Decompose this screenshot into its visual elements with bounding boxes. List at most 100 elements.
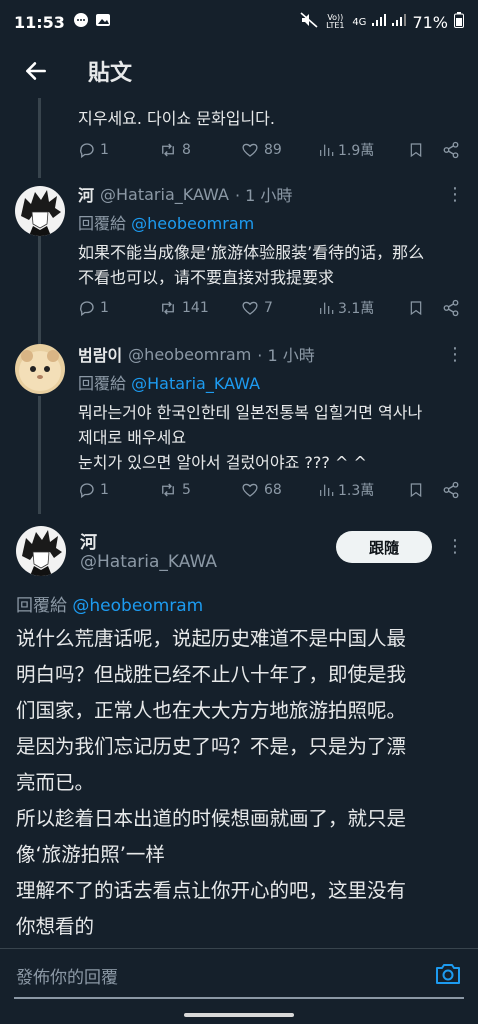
reply-context: 回覆給 @heobeomram xyxy=(16,591,203,616)
heart-icon xyxy=(242,301,258,315)
reply-context: 回覆給 @Hataria_KAWA xyxy=(78,370,464,394)
reply-composer: 發佈你的回覆 xyxy=(0,948,478,1004)
bar-chart-icon xyxy=(320,484,334,496)
display-name[interactable]: 河 xyxy=(80,528,97,553)
input-underline xyxy=(14,997,464,999)
tweet-time: · 1 小時 xyxy=(234,186,293,205)
tweet-header: 河 @Hataria_KAWA · 1 小時 ⋮ xyxy=(78,182,464,206)
tweet[interactable]: 범람이 @heobeomram · 1 小時 ⋮ 回覆給 @Hataria_KA… xyxy=(0,338,478,518)
reply-label: 回覆給 xyxy=(16,596,67,616)
tweet-text: 如果不能当成像是‘旅游体验服装’看待的话，那么 不看也可以，请不要直接对我提要求 xyxy=(78,240,464,290)
views-count: 3.1萬 xyxy=(338,301,375,317)
share-icon xyxy=(443,141,459,159)
retweet-icon xyxy=(162,143,174,157)
volte-label: Vo)) LTE1 xyxy=(326,13,345,30)
signal-icon-2 xyxy=(392,14,407,30)
views-button[interactable]: 1.3萬 xyxy=(318,480,408,500)
user-handle[interactable]: @Hataria_KAWA xyxy=(80,552,217,572)
tweet-text: 说什么荒唐话呢，说起历史难道不是中国人最 明白吗？但战胜已经不止八十年了，即使是… xyxy=(16,621,466,945)
avatar[interactable] xyxy=(16,526,66,576)
display-name[interactable]: 범람이 xyxy=(78,342,122,366)
chat-bubble-icon xyxy=(73,12,89,32)
bar-chart-icon xyxy=(320,302,334,314)
user-handle[interactable]: @heobeomram xyxy=(128,345,251,364)
bar-chart-icon xyxy=(320,144,334,156)
reply-button[interactable]: 1 xyxy=(78,299,158,317)
tweet-text: 지우세요. 다이쇼 문화입니다. xyxy=(78,109,275,128)
arrow-left-icon[interactable] xyxy=(18,53,54,89)
avatar[interactable] xyxy=(15,344,65,394)
tweet-actions: 1 8 89 1.9萬 xyxy=(78,138,464,162)
tweet-text-line: 不看也可以，请不要直接对我提要求 xyxy=(78,268,335,287)
display-name[interactable]: 河 xyxy=(78,182,94,206)
retweet-icon xyxy=(162,301,174,315)
bookmark-button[interactable] xyxy=(408,299,442,317)
retweet-count: 141 xyxy=(182,300,209,316)
tweet-text-line: 你想看的 xyxy=(16,915,95,938)
tweet-text: 뭐라는거야 한국인한테 일본전통복 입힐거면 역사나 제대로 배우세요 눈치가 … xyxy=(78,400,464,475)
share-button[interactable] xyxy=(442,299,460,317)
bookmark-icon xyxy=(410,143,422,158)
avatar[interactable] xyxy=(15,186,65,236)
user-handle[interactable]: @Hataria_KAWA xyxy=(100,185,229,204)
share-icon xyxy=(443,299,459,317)
retweet-count: 5 xyxy=(182,482,191,498)
tweet[interactable]: 河 @Hataria_KAWA · 1 小時 ⋮ 回覆給 @heobeomram… xyxy=(0,178,478,338)
heart-icon xyxy=(242,143,258,157)
gallery-icon xyxy=(95,12,111,32)
tweet-text-line: 亮而已。 xyxy=(16,771,95,794)
mention-link[interactable]: @heobeomram xyxy=(131,214,254,233)
tweet-text-line: 是因为我们忘记历史了吗？不是，只是为了漂 xyxy=(16,735,407,758)
retweet-button[interactable]: 8 xyxy=(158,141,240,159)
retweet-count: 8 xyxy=(182,142,191,158)
share-icon xyxy=(443,481,459,499)
tweet-actions: 1 141 7 3.1萬 xyxy=(78,296,464,320)
tweet-text-line: 如果不能当成像是‘旅游体验服装’看待的话，那么 xyxy=(78,243,425,262)
tweet-text-line: 说什么荒唐话呢，说起历史难道不是中国人最 xyxy=(16,627,407,650)
views-button[interactable]: 1.9萬 xyxy=(318,140,408,160)
tweet-text-line: 像‘旅游拍照’一样 xyxy=(16,843,165,866)
reply-button[interactable]: 1 xyxy=(78,481,158,499)
mention-link[interactable]: @heobeomram xyxy=(72,596,203,616)
tweet-text-line: 눈치가 있으면 알아서 걸렀어야죠 ??? ^ ^ xyxy=(78,453,367,472)
share-button[interactable] xyxy=(442,141,460,159)
gesture-nav-bar[interactable] xyxy=(184,1013,294,1017)
network-label: 4G xyxy=(352,16,367,28)
bookmark-icon xyxy=(410,301,422,316)
bookmark-icon xyxy=(410,483,422,498)
follow-button[interactable]: 跟隨 xyxy=(336,531,432,563)
tweet-text-line: 제대로 배우세요 xyxy=(78,428,187,447)
like-button[interactable]: 68 xyxy=(240,481,318,499)
tweet-text-line: 们国家，正常人也在大大方方地旅游拍照呢。 xyxy=(16,699,407,722)
tweet-text-line: 所以趁着日本出道的时候想画就画了，就只是 xyxy=(16,807,407,830)
bookmark-button[interactable] xyxy=(408,481,442,499)
more-vertical-icon[interactable]: ⋮ xyxy=(446,184,464,205)
mention-link[interactable]: @Hataria_KAWA xyxy=(131,374,260,393)
reply-button[interactable]: 1 xyxy=(78,141,158,159)
reply-input[interactable]: 發佈你的回覆 xyxy=(16,963,118,988)
more-vertical-icon[interactable]: ⋮ xyxy=(446,536,464,557)
retweet-button[interactable]: 141 xyxy=(158,299,240,317)
reply-label: 回覆給 xyxy=(78,214,127,233)
views-button[interactable]: 3.1萬 xyxy=(318,298,408,318)
tweet-actions: 1 5 68 1.3萬 xyxy=(78,478,464,502)
share-button[interactable] xyxy=(442,481,460,499)
reply-count: 1 xyxy=(100,482,109,498)
like-button[interactable]: 7 xyxy=(240,299,318,317)
clock: 11:53 xyxy=(14,12,65,32)
more-vertical-icon[interactable]: ⋮ xyxy=(446,344,464,365)
like-count: 89 xyxy=(264,142,282,158)
tweet-header: 범람이 @heobeomram · 1 小時 ⋮ xyxy=(78,342,464,366)
retweet-button[interactable]: 5 xyxy=(158,481,240,499)
tweet[interactable]: 지우세요. 다이쇼 문화입니다. 1 8 89 1.9萬 xyxy=(0,98,478,176)
reply-count: 1 xyxy=(100,300,109,316)
tweet-text-line: 뭐라는거야 한국인한테 일본전통복 입힐거면 역사나 xyxy=(78,403,423,422)
camera-icon[interactable] xyxy=(434,961,462,987)
signal-icon xyxy=(372,14,387,30)
bookmark-button[interactable] xyxy=(408,141,442,159)
tweet-time: · 1 小時 xyxy=(257,346,315,365)
like-count: 7 xyxy=(264,300,273,316)
like-button[interactable]: 89 xyxy=(240,141,318,159)
tweet-text-line: 明白吗？但战胜已经不止八十年了，即使是我 xyxy=(16,663,407,686)
mute-icon xyxy=(300,12,318,32)
